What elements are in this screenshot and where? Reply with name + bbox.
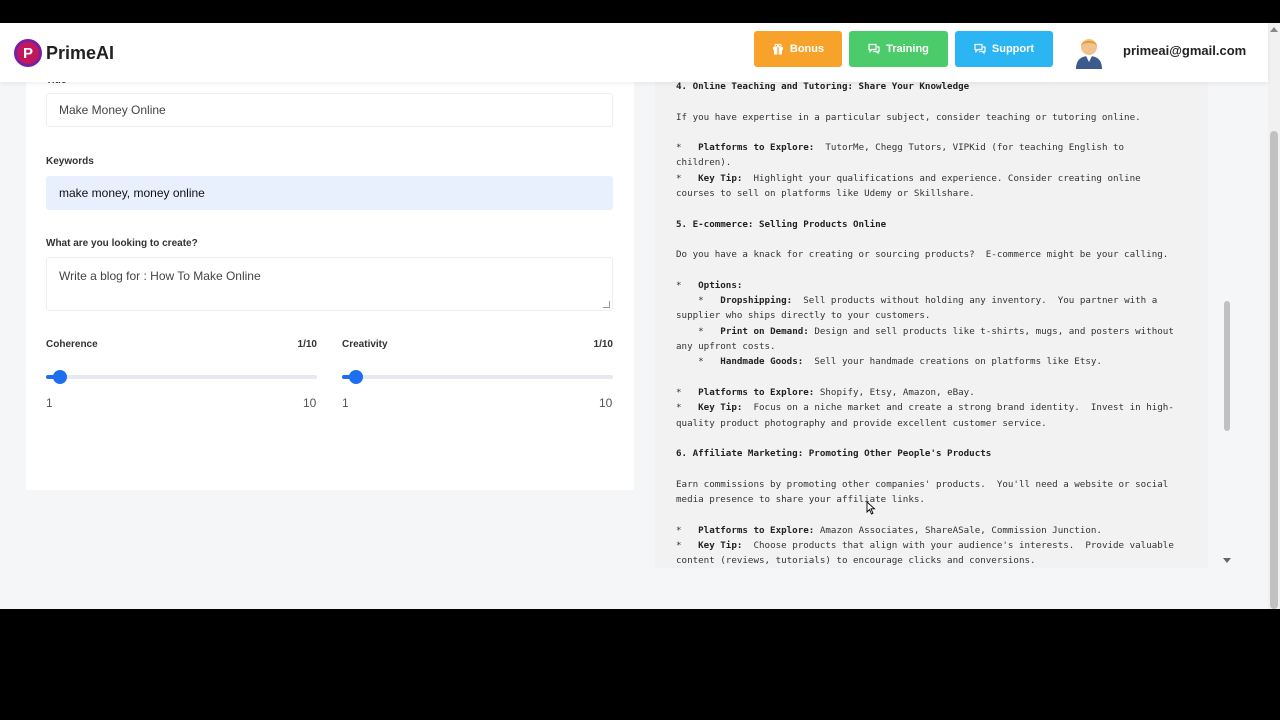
resize-handle[interactable] [603, 301, 610, 308]
content-line: * Key Tip: Highlight your qualifications… [676, 172, 1141, 184]
content-line: media presence to share your affiliate l… [676, 494, 925, 506]
content-line [676, 370, 1191, 385]
content-line: supplier who ships directly to your cust… [676, 310, 931, 322]
generated-content-panel[interactable]: 4. Online Teaching and Tutoring: Share Y… [655, 82, 1208, 568]
creativity-value: 1/10 [593, 339, 613, 350]
user-avatar[interactable] [1073, 35, 1105, 69]
content-heading: 4. Online Teaching and Tutoring: Share Y… [676, 82, 970, 92]
bonus-button[interactable]: Bonus [754, 31, 842, 67]
gift-icon [772, 43, 783, 55]
generator-form: Title Make Money Online Keywords make mo… [26, 75, 634, 490]
chat-icon [868, 43, 880, 55]
content-line: quality product photography and provide … [676, 417, 1047, 429]
content-line: * Key Tip: Focus on a niche market and c… [676, 402, 1174, 414]
create-prompt-value: Write a blog for : How To Make Online [59, 269, 261, 283]
content-line [676, 201, 1191, 216]
title-input[interactable]: Make Money Online [46, 93, 613, 127]
app-logo[interactable]: P PrimeAI [14, 39, 114, 67]
create-prompt-label: What are you looking to create? [46, 238, 198, 249]
content-line: Do you have a knack for creating or sour… [676, 249, 1169, 261]
content-line: children). [676, 157, 732, 169]
support-label: Support [991, 43, 1035, 55]
content-line: * Dropshipping: Sell products without ho… [676, 295, 1158, 307]
creativity-slider-thumb[interactable] [348, 370, 363, 384]
content-line [676, 507, 1191, 522]
content-line: * Key Tip: Choose products that align wi… [676, 539, 1174, 551]
content-line [676, 232, 1191, 247]
creativity-label: Creativity [342, 339, 388, 350]
coherence-slider-thumb[interactable] [52, 370, 67, 384]
scroll-up-arrow[interactable] [1270, 27, 1278, 32]
training-button[interactable]: Training [849, 31, 948, 67]
content-line: * Handmade Goods: Sell your handmade cre… [676, 356, 1102, 368]
content-line: If you have expertise in a particular su… [676, 111, 1141, 123]
content-line: * Platforms to Explore: Amazon Associate… [676, 524, 1102, 536]
content-line: * Options: [676, 279, 743, 291]
content-line: 6. Affiliate Marketing: Promoting Other … [676, 446, 1191, 461]
support-button[interactable]: Support [955, 31, 1053, 67]
chat-icon [974, 43, 986, 55]
content-line: courses to sell on platforms like Udemy … [676, 188, 975, 200]
content-line [676, 431, 1191, 446]
app-name: PrimeAI [46, 42, 115, 63]
content-line [676, 461, 1191, 476]
content-line: content (reviews, tutorials) to encourag… [676, 555, 1036, 567]
mouse-cursor-icon [866, 501, 876, 515]
content-line: 4. Online Teaching and Tutoring: Share Y… [676, 82, 1191, 94]
coherence-min: 1 [46, 396, 53, 410]
app-viewport: P PrimeAI Bonus Training Support primeai… [0, 23, 1280, 609]
content-bold-term: Key Tip: [698, 539, 743, 551]
top-header: P PrimeAI Bonus Training Support primeai… [0, 23, 1268, 82]
content-bold-term: Platforms to Explore: [698, 142, 815, 154]
content-bold-term: Print on Demand: [720, 325, 809, 337]
user-email[interactable]: primeai@gmail.com [1123, 43, 1246, 58]
generated-content-text[interactable]: 4. Online Teaching and Tutoring: Share Y… [676, 82, 1191, 568]
content-line: 5. E-commerce: Selling Products Online [676, 217, 1191, 232]
bonus-label: Bonus [789, 43, 825, 55]
keywords-input[interactable]: make money, money online [46, 176, 613, 210]
content-line [676, 263, 1191, 278]
coherence-max: 10 [303, 396, 317, 410]
page-scrollbar-thumb[interactable] [1270, 131, 1278, 609]
content-bold-term: Key Tip: [698, 402, 743, 414]
content-bold-term: Options: [698, 279, 743, 291]
training-label: Training [886, 43, 929, 55]
content-heading: 6. Affiliate Marketing: Promoting Other … [676, 448, 992, 460]
content-bold-term: Handmade Goods: [720, 356, 804, 368]
coherence-value: 1/10 [297, 339, 317, 350]
coherence-label: Coherence [46, 339, 98, 350]
content-scrollbar-thumb[interactable] [1224, 301, 1230, 431]
content-line: * Print on Demand: Design and sell produ… [676, 325, 1174, 337]
coherence-slider[interactable] [46, 370, 317, 384]
content-bold-term: Dropshipping: [720, 295, 793, 307]
creativity-max: 10 [599, 396, 613, 410]
content-line [676, 94, 1191, 109]
content-line: * Platforms to Explore: Shopify, Etsy, A… [676, 386, 975, 398]
content-bold-term: Platforms to Explore: [698, 386, 815, 398]
create-prompt-textarea[interactable]: Write a blog for : How To Make Online [46, 257, 613, 311]
content-line: Earn commissions by promoting other comp… [676, 478, 1169, 490]
content-line: any upfront costs. [676, 341, 776, 353]
content-line [676, 125, 1191, 140]
keywords-label: Keywords [46, 156, 94, 167]
creativity-slider[interactable] [342, 370, 613, 384]
content-bold-term: Key Tip: [698, 172, 743, 184]
scroll-down-arrow[interactable] [1223, 558, 1231, 563]
content-bold-term: Platforms to Explore: [698, 524, 815, 536]
logo-icon: P [14, 39, 42, 67]
creativity-min: 1 [342, 396, 349, 410]
content-line: * Platforms to Explore: TutorMe, Chegg T… [676, 142, 1125, 154]
page-scrollbar[interactable] [1268, 23, 1280, 609]
content-heading: 5. E-commerce: Selling Products Online [676, 218, 887, 230]
